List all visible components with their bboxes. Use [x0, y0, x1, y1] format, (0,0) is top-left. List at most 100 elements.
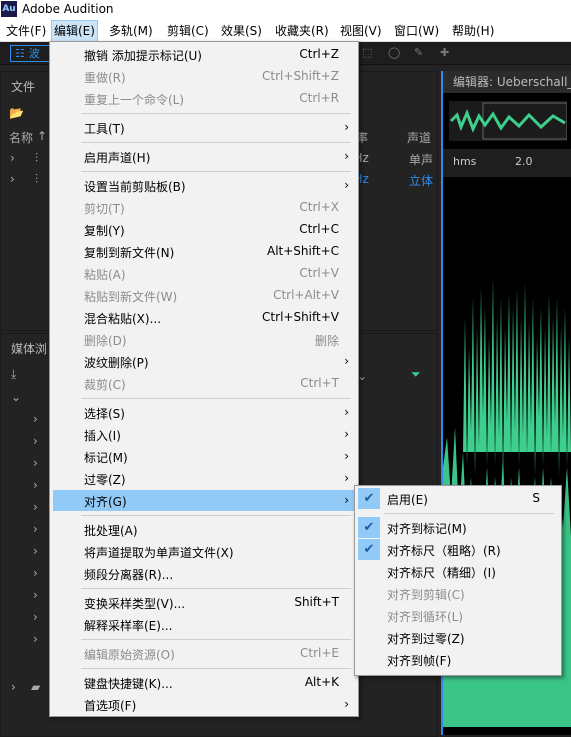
expand-icon[interactable]: › — [10, 172, 15, 186]
checkmark-icon: ✔ — [358, 488, 380, 509]
menu-separator — [81, 113, 351, 114]
edit-menu-item[interactable]: 对齐(G) › — [53, 490, 355, 511]
menu-item-shortcut: Ctrl+V — [299, 266, 339, 280]
menu-separator — [81, 171, 351, 172]
menu-clip[interactable]: 剪辑(C) — [165, 22, 211, 39]
menu-item-label: 解释采样率(E)... — [84, 619, 173, 633]
submenu-arrow-icon: › — [344, 493, 349, 507]
lasso-icon[interactable]: ◯ — [388, 47, 402, 59]
tree-expand-icon[interactable]: › — [33, 632, 38, 646]
menu-help[interactable]: 帮助(H) — [450, 22, 496, 39]
menu-item-shortcut: Ctrl+E — [300, 646, 339, 660]
menu-item-label: 将声道提取为单声道文件(X) — [84, 546, 234, 560]
menu-edit[interactable]: 编辑(E) — [51, 20, 98, 42]
edit-menu-item[interactable]: 复制到新文件(N) Alt+Shift+C — [53, 241, 355, 262]
column-channels[interactable]: 声道 — [407, 129, 431, 146]
edit-menu-item[interactable]: 键盘快捷键(K)... Alt+K — [53, 672, 355, 693]
edit-menu-item: 删除(D) 删除 — [53, 329, 355, 350]
time-ruler[interactable]: hms 2.0 — [443, 149, 571, 177]
menu-item-label: 插入(I) — [84, 429, 121, 443]
submenu-arrow-icon: › — [344, 449, 349, 463]
menu-item-label: 对齐到剪辑(C) — [387, 588, 465, 602]
menu-item-label: 裁剪(C) — [84, 378, 126, 392]
edit-menu-item[interactable]: 将声道提取为单声道文件(X) — [53, 541, 355, 562]
edit-menu-item[interactable]: 批处理(A) — [53, 519, 355, 540]
overview-waveform[interactable] — [449, 101, 567, 141]
edit-menu-item: 粘贴(A) Ctrl+V — [53, 263, 355, 284]
spot-healing-icon[interactable]: ✚ — [440, 47, 454, 59]
snap-menu-item[interactable]: 对齐到帧(F) — [358, 649, 558, 670]
editor-tab[interactable]: 编辑器: Ueberschall_Po — [443, 71, 571, 93]
tree-expand-icon[interactable]: › — [33, 478, 38, 492]
menu-item-label: 批处理(A) — [84, 524, 138, 538]
submenu-arrow-icon: › — [344, 120, 349, 134]
expand-icon[interactable]: ⌄ — [11, 390, 21, 404]
audition-app-icon: Au — [1, 1, 17, 17]
menu-favorites[interactable]: 收藏夹(R) — [273, 22, 331, 39]
edit-menu-item[interactable]: 标记(M) › — [53, 446, 355, 467]
edit-menu-item[interactable]: 撤销 添加提示标记(U) Ctrl+Z — [53, 44, 355, 65]
brush-icon[interactable]: ✎ — [414, 47, 428, 59]
menu-item-label: 对齐到帧(F) — [387, 654, 452, 668]
tree-expand-icon[interactable]: › — [33, 588, 38, 602]
files-tab[interactable]: 文件 — [11, 78, 35, 95]
tree-expand-icon[interactable]: › — [33, 522, 38, 536]
tree-expand-icon[interactable]: › — [33, 434, 38, 448]
media-browser-tab[interactable]: 媒体浏 — [11, 340, 47, 357]
tree-expand-icon[interactable]: › — [33, 500, 38, 514]
menu-item-label: 对齐到过零(Z) — [387, 632, 465, 646]
tree-expand-icon[interactable]: › — [33, 412, 38, 426]
edit-menu-item[interactable]: 选择(S) › — [53, 402, 355, 423]
open-folder-icon[interactable]: 📂 — [9, 106, 24, 120]
file-row-channel: 立体 — [409, 174, 434, 188]
snap-menu-item[interactable]: ✔ 启用(E) S — [358, 488, 558, 509]
menu-item-label: 标记(M) — [84, 451, 128, 465]
edit-menu-item[interactable]: 过零(Z) › — [53, 468, 355, 489]
menu-item-label: 波纹删除(P) — [84, 356, 149, 370]
menu-item-shortcut: Ctrl+R — [299, 91, 339, 105]
snap-menu-item[interactable]: ✔ 对齐到标记(M) — [358, 517, 558, 538]
sort-up-icon: ↑ — [37, 129, 48, 143]
menu-item-label: 剪切(T) — [84, 202, 125, 216]
menu-item-shortcut: Ctrl+Shift+Z — [262, 69, 339, 83]
download-icon[interactable]: ⤓ — [11, 367, 16, 382]
edit-menu-item[interactable]: 变换采样类型(V)... Shift+T — [53, 592, 355, 613]
edit-menu-item[interactable]: 复制(Y) Ctrl+C — [53, 219, 355, 240]
menu-item-label: 对齐到标记(M) — [387, 522, 467, 536]
edit-menu-item[interactable]: 波纹删除(P) › — [53, 351, 355, 372]
snap-menu-item[interactable]: ✔ 对齐标尺（粗略）(R) — [358, 539, 558, 560]
marquee-icon[interactable]: ⬚ — [362, 47, 376, 59]
tree-expand-icon[interactable]: › — [33, 566, 38, 580]
menu-item-label: 首选项(F) — [84, 699, 137, 713]
menu-effects[interactable]: 效果(S) — [219, 22, 264, 39]
tree-expand-icon[interactable]: › — [33, 456, 38, 470]
menu-item-label: 设置当前剪贴板(B) — [84, 180, 186, 194]
edit-menu-item[interactable]: 插入(I) › — [53, 424, 355, 445]
column-name[interactable]: 名称 — [9, 129, 33, 146]
menu-file[interactable]: 文件(F) — [4, 22, 48, 39]
tree-expand-icon[interactable]: › — [33, 544, 38, 558]
edit-menu-item[interactable]: 设置当前剪贴板(B) › — [53, 175, 355, 196]
snap-menu-item: 对齐到剪辑(C) — [358, 583, 558, 604]
menu-multitrack[interactable]: 多轨(M) — [107, 22, 155, 39]
edit-menu-item[interactable]: 启用声道(H) › — [53, 146, 355, 167]
menu-item-label: 对齐(G) — [84, 495, 127, 509]
edit-menu-item[interactable]: 工具(T) › — [53, 117, 355, 138]
edit-menu-item[interactable]: 解释采样率(E)... — [53, 614, 355, 635]
submenu-arrow-icon: › — [344, 354, 349, 368]
menu-view[interactable]: 视图(V) — [338, 22, 384, 39]
edit-menu-item[interactable]: 混合粘贴(X)... Ctrl+Shift+V — [53, 307, 355, 328]
expand-icon[interactable]: › — [10, 151, 15, 165]
waveform-file-icon: ⫶ — [35, 151, 39, 165]
filter-icon[interactable]: ⏷ — [411, 367, 421, 382]
edit-menu-item[interactable]: 首选项(F) › — [53, 694, 355, 715]
expand-icon[interactable]: › — [11, 680, 16, 694]
snap-menu-item[interactable]: 对齐标尺（精细）(I) — [358, 561, 558, 582]
menu-item-label: 复制(Y) — [84, 224, 125, 238]
edit-menu-item[interactable]: 频段分离器(R)... — [53, 563, 355, 584]
menu-window[interactable]: 窗口(W) — [392, 22, 441, 39]
snap-menu-item[interactable]: 对齐到过零(Z) — [358, 627, 558, 648]
checkmark-icon: ✔ — [358, 539, 380, 560]
menu-separator — [384, 513, 554, 514]
tree-expand-icon[interactable]: › — [33, 610, 38, 624]
